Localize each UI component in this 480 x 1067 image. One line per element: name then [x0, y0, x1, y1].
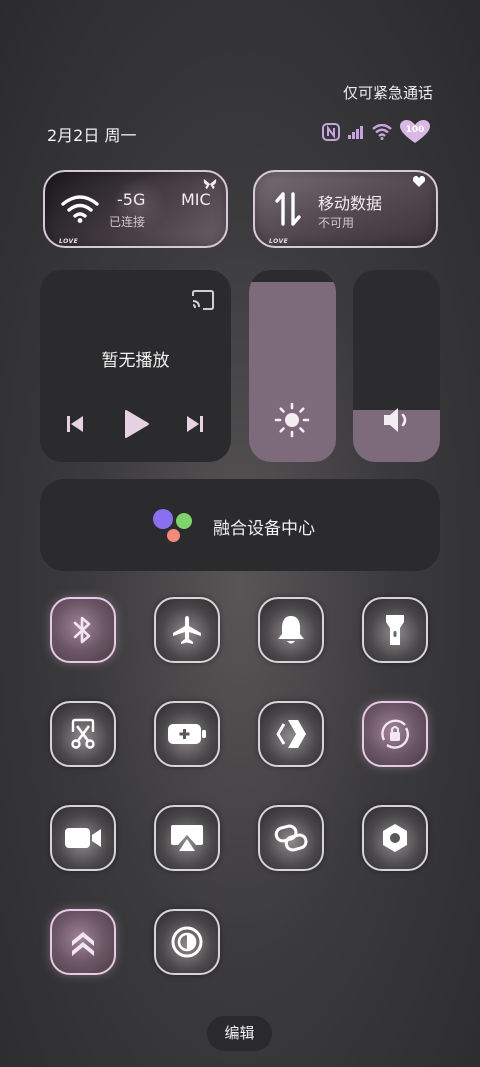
next-track-icon[interactable] — [186, 415, 204, 433]
mobile-data-title: 移动数据 — [318, 194, 383, 213]
battery-heart-icon: 100 — [400, 120, 430, 144]
screencast-icon — [171, 825, 203, 851]
wifi-status-icon — [372, 124, 392, 140]
dark-mode-toggle[interactable] — [154, 909, 220, 975]
bell-icon — [278, 616, 304, 644]
hexagon-settings-icon — [383, 824, 407, 852]
cast-icon[interactable] — [191, 290, 215, 310]
fusion-device-center[interactable]: 融合设备中心 — [40, 479, 440, 571]
speaker-icon — [384, 408, 407, 432]
screen-cast-toggle[interactable] — [154, 805, 220, 871]
sound-toggle[interactable] — [258, 597, 324, 663]
airplane-mode-toggle[interactable] — [154, 597, 220, 663]
pixel-heart-icon — [413, 176, 425, 187]
battery-level: 100 — [405, 125, 425, 135]
screenshot-toggle[interactable] — [50, 701, 116, 767]
flashlight-toggle[interactable] — [362, 597, 428, 663]
love-sticker: LOVE — [59, 238, 79, 245]
airplane-icon — [173, 616, 201, 644]
media-title: 暂无播放 — [101, 351, 170, 371]
nfc-share-toggle[interactable] — [258, 701, 324, 767]
priority-mode-toggle[interactable] — [50, 909, 116, 975]
wifi-overlay-text: MIC — [181, 190, 211, 209]
flashlight-icon — [386, 615, 404, 645]
share-arrow-icon — [276, 720, 306, 748]
scissors-screenshot-icon — [71, 718, 95, 749]
brightness-slider[interactable] — [249, 270, 336, 462]
auto-rotate-toggle[interactable] — [362, 701, 428, 767]
wifi-status: 已连接 — [109, 215, 146, 229]
mobile-data-toggle-card[interactable]: 移动数据 不可用 LOVE — [253, 170, 438, 248]
status-icons: 100 — [322, 120, 430, 144]
mobile-data-status: 不可用 — [318, 216, 355, 230]
emergency-calls-only-text: 仅可紧急通话 — [342, 84, 433, 102]
brightness-sun-icon — [274, 402, 310, 438]
fusion-dot-purple — [153, 509, 173, 529]
edit-button[interactable]: 编辑 — [207, 1016, 272, 1051]
butterfly-icon — [203, 179, 217, 189]
screen-record-toggle[interactable] — [50, 805, 116, 871]
link-toggle[interactable] — [258, 805, 324, 871]
fusion-dot-green — [176, 513, 192, 529]
love-sticker: LOVE — [269, 238, 289, 245]
media-player-card: 暂无播放 — [40, 270, 231, 462]
wifi-icon — [61, 195, 99, 223]
volume-slider[interactable] — [353, 270, 440, 462]
wifi-toggle-card[interactable]: -5G MIC 已连接 LOVE — [43, 170, 228, 248]
bluetooth-icon — [73, 616, 91, 644]
battery-plus-icon — [168, 724, 206, 744]
video-camera-icon — [65, 828, 101, 848]
link-icon — [274, 824, 308, 852]
nfc-icon — [322, 123, 340, 141]
previous-track-icon[interactable] — [66, 415, 84, 433]
signal-icon — [348, 126, 363, 139]
mobile-data-arrows-icon — [275, 192, 301, 226]
date-label: 2月2日 周一 — [47, 126, 137, 145]
battery-saver-toggle[interactable] — [154, 701, 220, 767]
double-chevron-up-icon — [72, 932, 94, 956]
rotation-lock-icon — [381, 719, 409, 749]
contrast-icon — [171, 926, 203, 958]
play-icon[interactable] — [124, 409, 150, 439]
settings-toggle[interactable] — [362, 805, 428, 871]
wifi-network-name: -5G — [117, 190, 146, 209]
fusion-dot-orange — [167, 529, 180, 542]
bluetooth-toggle[interactable] — [50, 597, 116, 663]
fusion-device-center-label: 融合设备中心 — [213, 519, 315, 539]
